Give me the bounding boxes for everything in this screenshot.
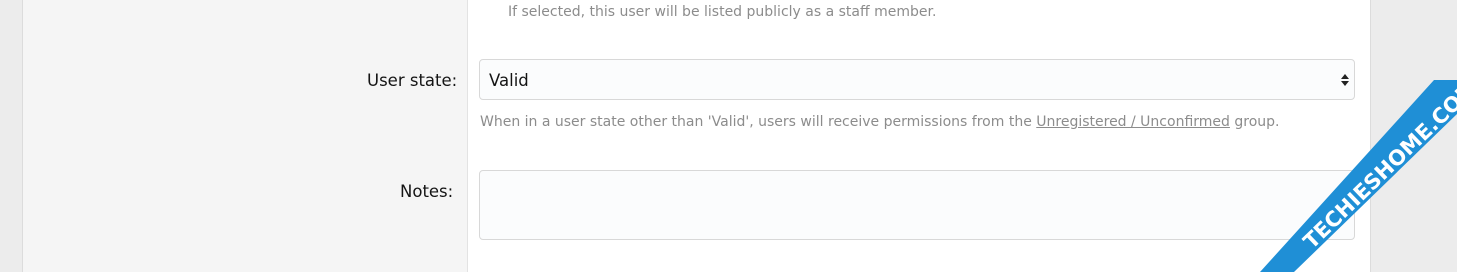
staff-member-hint: If selected, this user will be listed pu… [508, 4, 937, 20]
user-state-hint-suffix: group. [1229, 114, 1280, 130]
user-state-label: User state: [367, 71, 458, 90]
select-arrows-icon [1341, 74, 1349, 86]
user-state-hint-text: When in a user state other than 'Valid',… [480, 114, 1037, 130]
user-state-selected-value: Valid [489, 71, 529, 90]
unregistered-unconfirmed-link[interactable]: Unregistered / Unconfirmed [1036, 114, 1230, 130]
notes-label: Notes: [400, 182, 454, 201]
notes-textarea[interactable] [479, 170, 1355, 240]
user-state-hint: When in a user state other than 'Valid',… [480, 114, 1279, 130]
user-state-select[interactable]: Valid [479, 59, 1355, 100]
form-label-column [23, 0, 468, 272]
